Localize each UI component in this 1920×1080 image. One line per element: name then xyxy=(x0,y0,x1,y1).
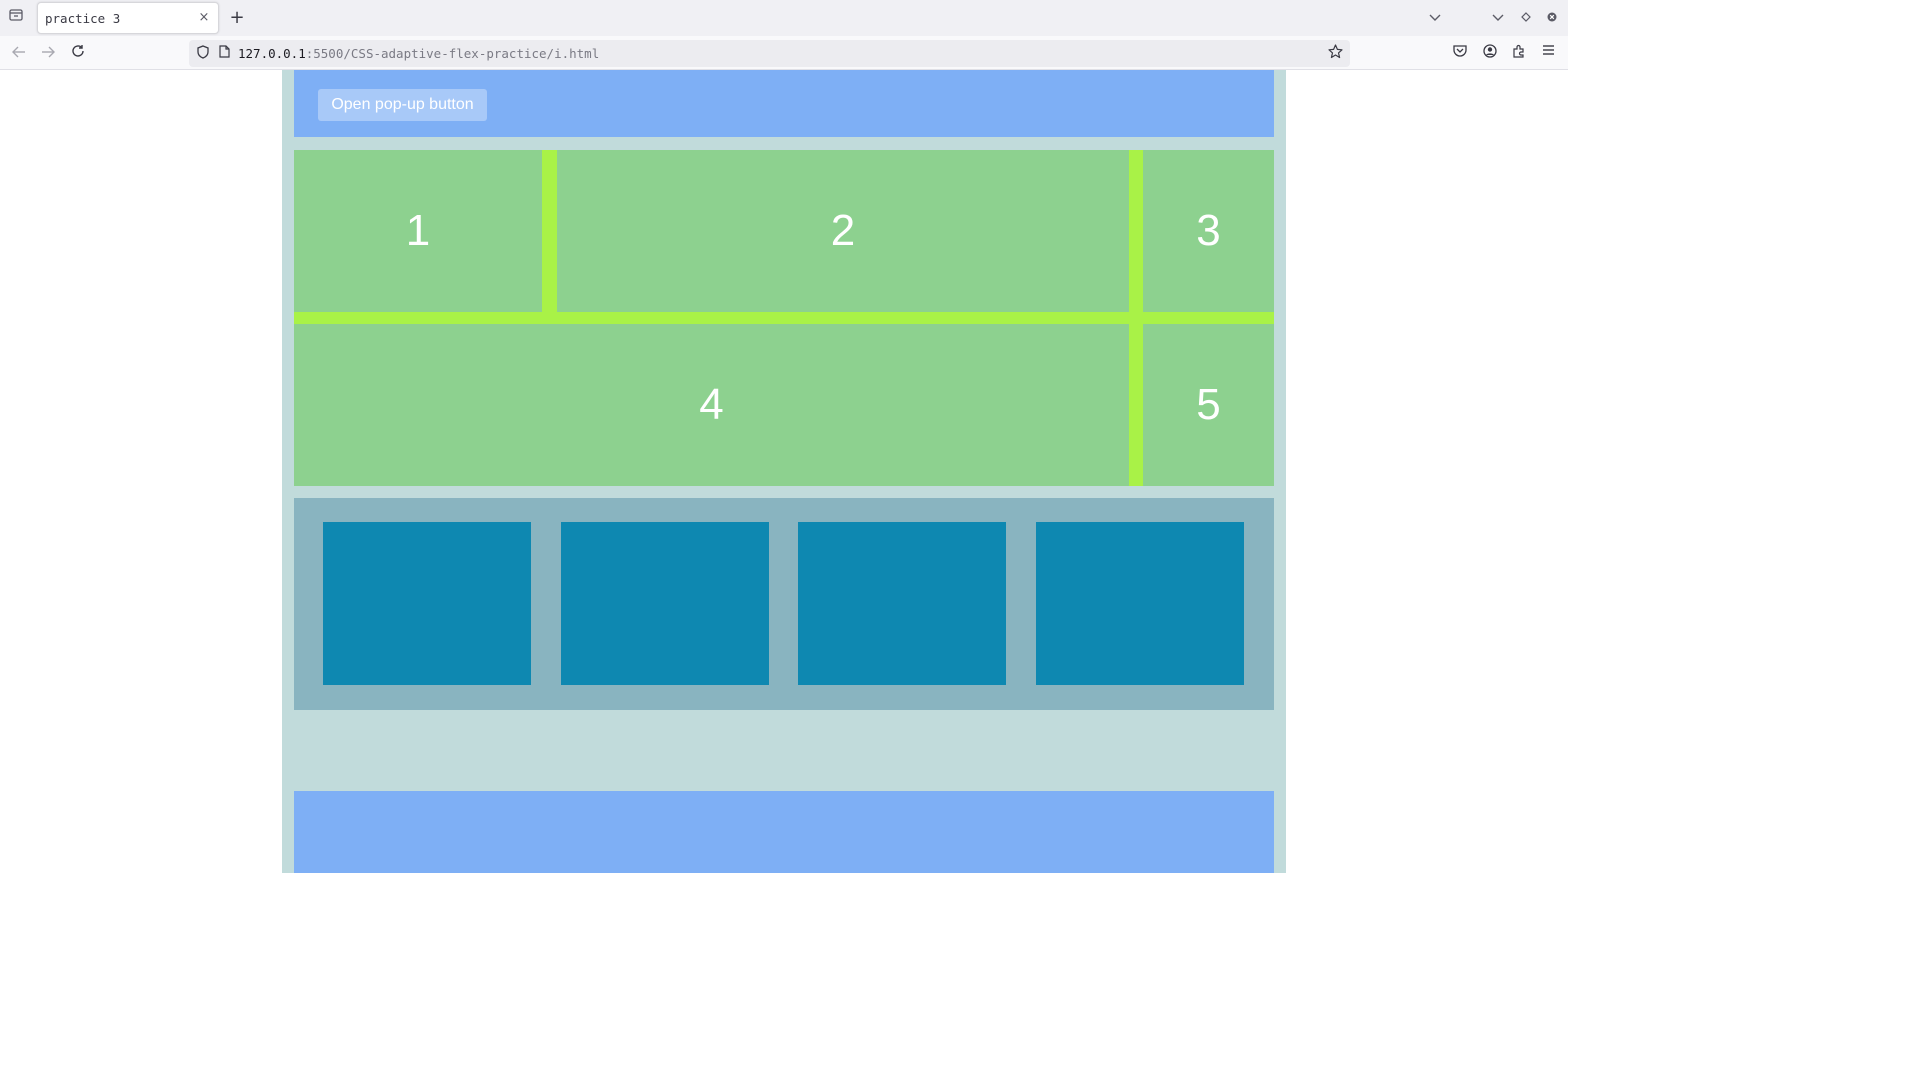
grid-cell-5: 5 xyxy=(1143,324,1274,486)
url-path: :5500/CSS-adaptive-flex-practice/i.html xyxy=(305,46,600,61)
list-all-tabs-icon[interactable] xyxy=(1426,9,1444,27)
open-popup-button[interactable]: Open pop-up button xyxy=(318,89,487,121)
grid-cell-4: 4 xyxy=(294,324,1129,486)
tracking-shield-icon[interactable] xyxy=(196,45,210,61)
bookmark-star-icon[interactable] xyxy=(1326,44,1344,62)
page-footer xyxy=(294,791,1274,873)
url-bar[interactable]: 127.0.0.1:5500/CSS-adaptive-flex-practic… xyxy=(189,40,1350,67)
card-box xyxy=(1036,522,1244,685)
back-arrow-icon[interactable] xyxy=(10,44,28,62)
url-text[interactable]: 127.0.0.1:5500/CSS-adaptive-flex-practic… xyxy=(238,46,599,61)
pocket-icon[interactable] xyxy=(1451,44,1469,62)
account-icon[interactable] xyxy=(1481,44,1499,62)
page-viewport: Open pop-up button 1 2 3 4 5 xyxy=(0,70,1568,873)
hamburger-menu-icon[interactable] xyxy=(1539,44,1557,62)
flex-grid-section: 1 2 3 4 5 xyxy=(294,150,1274,486)
card-box xyxy=(561,522,769,685)
grid-cell-1: 1 xyxy=(294,150,542,312)
page-wrapper: Open pop-up button 1 2 3 4 5 xyxy=(282,70,1286,873)
forward-arrow-icon[interactable] xyxy=(39,44,57,62)
page-info-icon[interactable] xyxy=(217,45,231,61)
navigation-toolbar: 127.0.0.1:5500/CSS-adaptive-flex-practic… xyxy=(0,36,1568,70)
card-box xyxy=(323,522,531,685)
tab-bar: practice 3 × + xyxy=(0,0,1568,36)
tab-title: practice 3 xyxy=(45,11,121,26)
url-host: 127.0.0.1 xyxy=(238,46,306,61)
page-header: Open pop-up button xyxy=(294,70,1274,137)
cards-section xyxy=(294,498,1274,710)
grid-cell-2: 2 xyxy=(557,150,1129,312)
chevron-down-icon[interactable] xyxy=(1489,9,1507,27)
card-box xyxy=(798,522,1006,685)
new-tab-icon[interactable]: + xyxy=(228,8,246,28)
reload-icon[interactable] xyxy=(69,44,87,62)
tab-list-icon[interactable] xyxy=(6,8,26,28)
grid-cell-3: 3 xyxy=(1143,150,1274,312)
extensions-icon[interactable] xyxy=(1510,44,1528,62)
browser-tab[interactable]: practice 3 × xyxy=(37,2,219,34)
close-tab-icon[interactable]: × xyxy=(196,10,212,26)
close-window-icon[interactable] xyxy=(1543,9,1561,27)
diamond-icon[interactable] xyxy=(1517,9,1535,27)
